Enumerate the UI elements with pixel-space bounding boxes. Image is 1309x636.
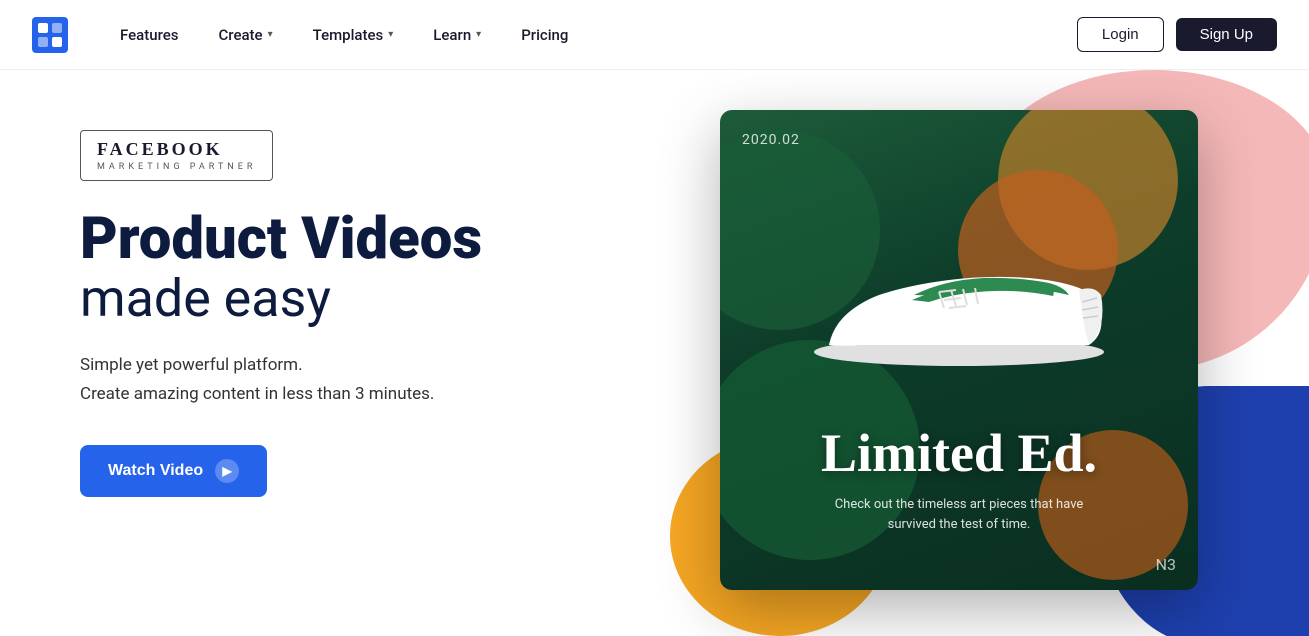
templates-chevron-icon: ▾ — [388, 29, 393, 40]
sneaker-image — [799, 190, 1119, 374]
navbar: Features Create ▾ Templates ▾ Learn ▾ Pr… — [0, 0, 1309, 70]
watch-video-button[interactable]: Watch Video ▶ — [80, 445, 267, 497]
play-icon: ▶ — [215, 459, 239, 483]
nav-create[interactable]: Create ▾ — [198, 0, 292, 70]
nav-templates[interactable]: Templates ▾ — [293, 0, 414, 70]
badge-subtitle: MARKETING PARTNER — [97, 162, 256, 172]
logo[interactable] — [32, 17, 68, 53]
card-limited-text: Limited Ed. — [720, 426, 1198, 480]
hero-description: Simple yet powerful platform. Create ama… — [80, 351, 640, 409]
card-subtext: Check out the timeless art pieces that h… — [720, 495, 1198, 534]
card-date: 2020.02 — [742, 132, 800, 148]
signup-button[interactable]: Sign Up — [1176, 18, 1277, 51]
hero-title-light: made easy — [80, 270, 640, 327]
product-card: 2020.02 — [720, 110, 1198, 590]
hero-section: FACEBOOK MARKETING PARTNER Product Video… — [0, 70, 1309, 636]
nav-learn[interactable]: Learn ▾ — [413, 0, 501, 70]
card-tag: N3 — [1156, 555, 1176, 574]
nav-features[interactable]: Features — [100, 0, 198, 70]
facebook-badge: FACEBOOK MARKETING PARTNER — [80, 130, 273, 181]
nav-auth: Login Sign Up — [1077, 17, 1277, 52]
hero-visual: 2020.02 — [640, 110, 1309, 636]
hero-title-bold: Product Videos — [80, 209, 640, 270]
badge-title: FACEBOOK — [97, 139, 256, 160]
nav-links: Features Create ▾ Templates ▾ Learn ▾ Pr… — [100, 0, 1077, 70]
hero-content: FACEBOOK MARKETING PARTNER Product Video… — [80, 110, 640, 497]
nav-pricing[interactable]: Pricing — [501, 0, 588, 70]
login-button[interactable]: Login — [1077, 17, 1164, 52]
learn-chevron-icon: ▾ — [476, 29, 481, 40]
create-chevron-icon: ▾ — [268, 29, 273, 40]
